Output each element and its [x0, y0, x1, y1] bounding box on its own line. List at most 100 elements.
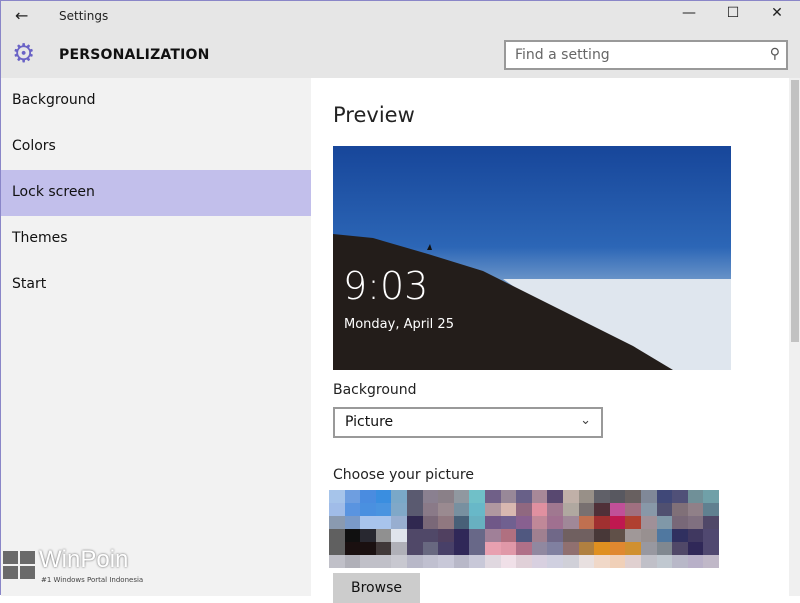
- maximize-button[interactable]: ☐: [718, 5, 748, 21]
- thumbnail-pixel: [609, 516, 626, 529]
- thumbnail-pixel: [329, 490, 345, 503]
- chevron-down-icon: ⌄: [580, 413, 591, 428]
- choose-picture-label: Choose your picture: [333, 467, 474, 483]
- sidebar-item-start[interactable]: Start: [1, 262, 311, 308]
- thumbnail-pixel: [594, 490, 610, 503]
- thumbnail-pixel: [391, 490, 407, 503]
- thumbnail-pixel: [625, 490, 641, 503]
- thumbnail-pixel: [344, 542, 361, 555]
- back-arrow-icon[interactable]: ←: [15, 6, 28, 25]
- preview-date: Monday, April 25: [344, 317, 454, 332]
- thumbnail-pixel: [329, 516, 345, 529]
- thumbnail-pixel: [407, 516, 423, 529]
- thumbnail-pixel: [547, 516, 563, 529]
- background-dropdown[interactable]: Picture ⌄: [333, 407, 603, 438]
- close-button[interactable]: ✕: [762, 5, 792, 21]
- thumbnail-pixel: [641, 516, 657, 529]
- thumbnail-pixel: [563, 503, 579, 516]
- thumbnail-pixel: [360, 503, 376, 516]
- thumbnail-pixel: [375, 490, 392, 503]
- thumbnail-pixel: [687, 529, 704, 542]
- thumbnail-pixel: [407, 555, 423, 568]
- search-input[interactable]: Find a setting ⚲: [504, 40, 788, 70]
- thumbnail-pixel: [641, 490, 657, 503]
- thumbnail-pixel: [360, 490, 376, 503]
- thumbnail-pixel: [438, 555, 454, 568]
- picture-thumbnail[interactable]: [407, 490, 485, 568]
- minimize-button[interactable]: —: [674, 5, 704, 21]
- thumbnail-pixel: [375, 503, 392, 516]
- thumbnail-pixel: [594, 542, 610, 555]
- thumbnail-pixel: [578, 529, 595, 542]
- picture-thumbnail[interactable]: [563, 490, 641, 568]
- thumbnail-pixel: [391, 516, 407, 529]
- thumbnail-pixel: [578, 516, 595, 529]
- lock-screen-preview: 9:03 Monday, April 25: [333, 146, 731, 370]
- thumbnail-pixel: [687, 516, 704, 529]
- thumbnail-pixel: [407, 503, 423, 516]
- thumbnail-pixel: [656, 503, 673, 516]
- thumbnail-pixel: [578, 542, 595, 555]
- search-icon[interactable]: ⚲: [770, 46, 780, 62]
- thumbnail-pixel: [516, 516, 532, 529]
- picture-thumbnail[interactable]: [329, 490, 407, 568]
- thumbnail-pixel: [344, 490, 361, 503]
- thumbnail-pixel: [375, 529, 392, 542]
- watermark-tagline: #1 Windows Portal Indonesia: [41, 576, 144, 584]
- preview-time: 9:03: [343, 264, 429, 308]
- thumbnail-pixel: [453, 516, 470, 529]
- thumbnail-pixel: [625, 516, 641, 529]
- watermark-name: WinPoin: [39, 546, 129, 573]
- background-label: Background: [333, 382, 417, 398]
- thumbnail-pixel: [469, 542, 485, 555]
- thumbnail-pixel: [438, 490, 454, 503]
- thumbnail-pixel: [500, 516, 517, 529]
- thumbnail-pixel: [547, 529, 563, 542]
- thumbnail-pixel: [500, 490, 517, 503]
- thumbnail-pixel: [531, 542, 548, 555]
- sidebar-item-lock-screen[interactable]: Lock screen: [1, 170, 311, 216]
- thumbnail-pixel: [516, 542, 532, 555]
- thumbnail-pixel: [625, 542, 641, 555]
- thumbnail-pixel: [360, 529, 376, 542]
- sidebar-item-colors[interactable]: Colors: [1, 124, 311, 170]
- thumbnail-pixel: [578, 503, 595, 516]
- thumbnail-pixel: [500, 542, 517, 555]
- thumbnail-pixel: [656, 516, 673, 529]
- sidebar-item-themes[interactable]: Themes: [1, 216, 311, 262]
- thumbnail-pixel: [531, 490, 548, 503]
- thumbnail-pixel: [609, 542, 626, 555]
- thumbnail-pixel: [656, 490, 673, 503]
- thumbnail-pixel: [656, 529, 673, 542]
- thumbnail-pixel: [625, 529, 641, 542]
- thumbnail-pixel: [547, 542, 563, 555]
- thumbnail-pixel: [531, 529, 548, 542]
- scrollbar[interactable]: [789, 78, 800, 596]
- thumbnail-pixel: [516, 503, 532, 516]
- thumbnail-pixel: [438, 516, 454, 529]
- thumbnail-pixel: [422, 542, 439, 555]
- thumbnail-pixel: [375, 516, 392, 529]
- thumbnail-pixel: [469, 503, 485, 516]
- browse-button[interactable]: Browse: [333, 573, 420, 603]
- thumbnail-pixel: [422, 503, 439, 516]
- thumbnail-pixel: [422, 490, 439, 503]
- scrollbar-thumb[interactable]: [791, 80, 799, 342]
- picture-thumbnail[interactable]: [641, 490, 719, 568]
- thumbnail-pixel: [375, 555, 392, 568]
- thumbnail-pixel: [547, 503, 563, 516]
- thumbnail-pixel: [578, 555, 595, 568]
- mountain-silhouette: [333, 234, 731, 370]
- thumbnail-pixel: [469, 555, 485, 568]
- thumbnail-pixel: [500, 529, 517, 542]
- thumbnail-pixel: [329, 542, 345, 555]
- thumbnail-pixel: [687, 542, 704, 555]
- thumbnail-pixel: [453, 503, 470, 516]
- thumbnail-pixel: [344, 516, 361, 529]
- picture-thumbnail[interactable]: [485, 490, 563, 568]
- thumbnail-pixel: [344, 555, 361, 568]
- thumbnail-pixel: [687, 490, 704, 503]
- sidebar-item-background[interactable]: Background: [1, 78, 311, 124]
- thumbnail-pixel: [578, 490, 595, 503]
- thumbnail-pixel: [656, 555, 673, 568]
